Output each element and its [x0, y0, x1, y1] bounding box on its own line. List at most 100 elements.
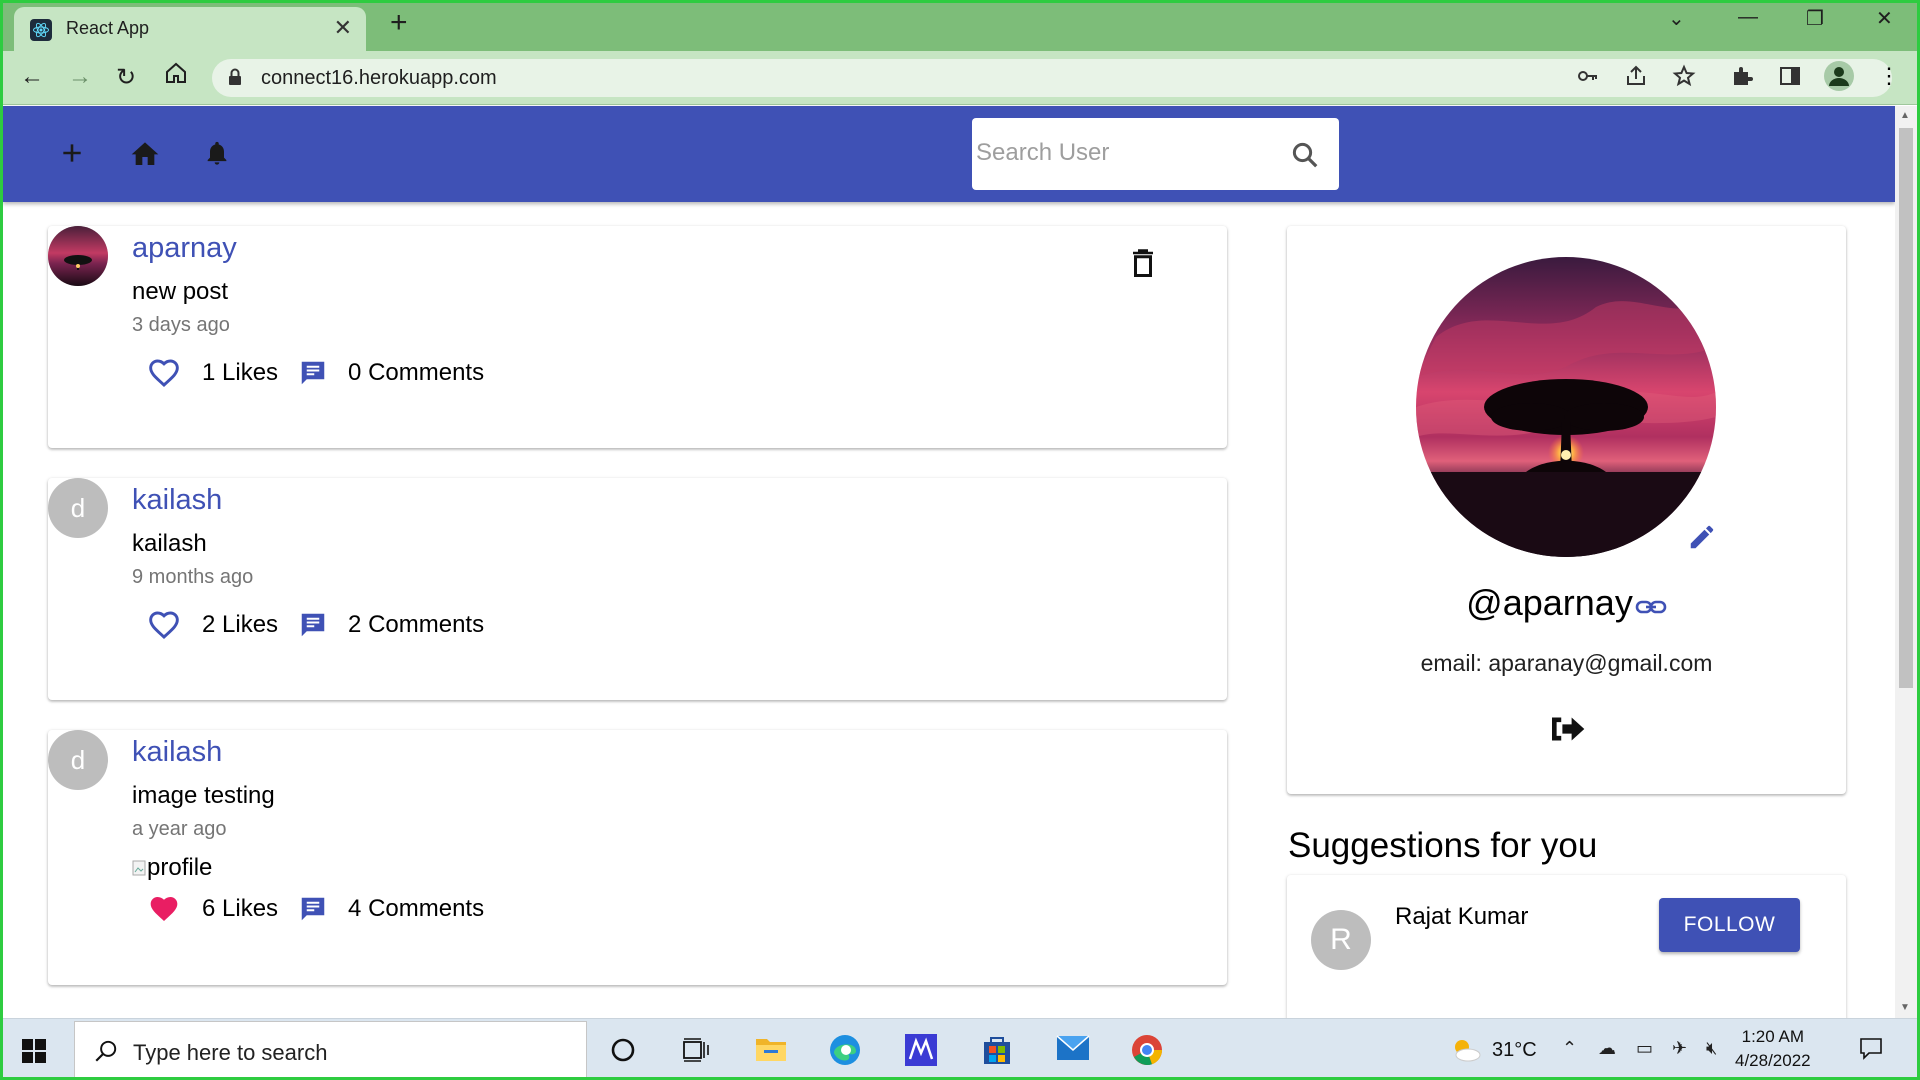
- airplane-mode-icon[interactable]: ✈: [1672, 1038, 1687, 1059]
- windows-start-icon[interactable]: [22, 1039, 46, 1068]
- home-icon[interactable]: [164, 61, 188, 92]
- comments-count[interactable]: 4 Comments: [348, 895, 484, 923]
- post-timestamp: 3 days ago: [132, 314, 230, 336]
- notifications-icon[interactable]: [1858, 1035, 1884, 1066]
- taskbar-search-box[interactable]: Type here to search: [74, 1021, 587, 1079]
- reload-icon[interactable]: ↻: [116, 63, 136, 92]
- taskbar-clock[interactable]: 1:20 AM 4/28/2022: [1735, 1025, 1811, 1073]
- show-hidden-icons-icon[interactable]: ⌃: [1562, 1038, 1577, 1059]
- search-icon: [93, 1038, 119, 1069]
- menu-kebab-icon[interactable]: ⋮: [1878, 63, 1900, 89]
- likes-count: 6 Likes: [202, 895, 279, 922]
- post-username[interactable]: kailash: [132, 736, 222, 769]
- like-heart-outline-icon[interactable]: [148, 610, 182, 640]
- profile-card: @aparnay email: aparanay@gmail.com: [1287, 226, 1846, 794]
- post-username[interactable]: kailash: [132, 484, 222, 517]
- post-card: aparnay new post 3 days ago 1 Likes 0 Co…: [48, 226, 1227, 448]
- post-card: d kailash kailash 9 months ago 2 Likes 2…: [48, 478, 1227, 700]
- browser-tab[interactable]: React App ✕: [14, 7, 366, 51]
- tab-search-icon[interactable]: ⌄: [1668, 6, 1685, 31]
- post-actions: 2 Likes 2 Comments: [148, 610, 484, 640]
- avatar[interactable]: d: [48, 730, 108, 790]
- broken-image: profile: [132, 854, 212, 882]
- image-alt-text: profile: [147, 854, 213, 881]
- forward-icon[interactable]: →: [68, 63, 92, 91]
- post-username[interactable]: aparnay: [132, 232, 237, 265]
- app-m-icon[interactable]: [904, 1033, 938, 1072]
- react-icon: [30, 19, 52, 41]
- scroll-down-icon[interactable]: ▼: [1900, 1002, 1910, 1013]
- post-text: image testing: [132, 782, 275, 809]
- scroll-thumb[interactable]: [1899, 128, 1913, 688]
- logout-icon[interactable]: [1548, 714, 1586, 749]
- suggestions-title: Suggestions for you: [1288, 826, 1598, 865]
- page-scrollbar[interactable]: ▲ ▼: [1895, 106, 1917, 1018]
- comment-icon[interactable]: [298, 358, 328, 388]
- password-key-icon[interactable]: [1576, 64, 1600, 93]
- battery-icon[interactable]: ▭: [1636, 1038, 1653, 1059]
- suggested-user-name[interactable]: Rajat Kumar: [1395, 903, 1528, 931]
- minimize-icon[interactable]: —: [1738, 6, 1758, 29]
- bookmark-star-icon[interactable]: [1672, 64, 1696, 93]
- notifications-bell-icon[interactable]: [203, 138, 231, 173]
- comment-icon[interactable]: [298, 610, 328, 640]
- app-header: [3, 106, 1895, 202]
- share-icon[interactable]: [1624, 64, 1648, 93]
- comment-icon[interactable]: [298, 894, 328, 924]
- avatar[interactable]: [48, 226, 108, 286]
- post-text: new post: [132, 278, 229, 305]
- post-actions: 1 Likes 0 Comments: [148, 358, 484, 388]
- side-panel-icon[interactable]: [1778, 64, 1802, 93]
- link-icon[interactable]: [1635, 584, 1667, 626]
- avatar[interactable]: R: [1311, 910, 1371, 970]
- search-user-input[interactable]: [976, 136, 1266, 170]
- weather-partly-cloudy-icon[interactable]: [1448, 1035, 1482, 1068]
- new-tab-icon[interactable]: +: [390, 8, 408, 38]
- add-post-icon[interactable]: [59, 140, 85, 171]
- post-timestamp: 9 months ago: [132, 566, 254, 588]
- comments-count[interactable]: 2 Comments: [348, 611, 484, 639]
- close-window-icon[interactable]: ✕: [1876, 6, 1893, 31]
- profile-email: email: aparanay@gmail.com: [1420, 650, 1713, 676]
- url-text: connect16.herokuapp.com: [261, 67, 497, 89]
- profile-handle-row: @aparnay: [1287, 582, 1846, 626]
- profile-avatar-icon[interactable]: [1824, 61, 1854, 96]
- search-user-box[interactable]: [972, 118, 1339, 190]
- onedrive-icon[interactable]: ☁: [1598, 1038, 1616, 1059]
- tab-title: React App: [66, 18, 150, 38]
- comments-count[interactable]: 0 Comments: [348, 359, 484, 387]
- back-icon[interactable]: ←: [20, 63, 44, 91]
- task-view-icon[interactable]: [682, 1037, 710, 1068]
- likes-count: 1 Likes: [202, 359, 279, 386]
- edit-profile-pencil-icon[interactable]: [1687, 522, 1717, 557]
- temperature-text[interactable]: 31°C: [1492, 1039, 1537, 1062]
- edge-browser-icon[interactable]: [828, 1033, 862, 1072]
- avatar[interactable]: d: [48, 478, 108, 538]
- file-explorer-icon[interactable]: [754, 1033, 788, 1070]
- like-heart-outline-icon[interactable]: [148, 358, 182, 388]
- restore-icon[interactable]: ❐: [1806, 6, 1824, 31]
- search-icon[interactable]: [1290, 140, 1320, 175]
- follow-button[interactable]: FOLLOW: [1659, 898, 1800, 952]
- taskbar-search-text: Type here to search: [133, 1040, 328, 1065]
- like-heart-filled-icon[interactable]: [148, 894, 182, 924]
- post-text: kailash: [132, 530, 207, 557]
- tab-close-icon[interactable]: ✕: [334, 15, 352, 41]
- profile-picture: [1416, 257, 1716, 557]
- loading-indicator: [778, 0, 850, 3]
- loading-indicator-track: [850, 0, 1140, 3]
- suggestion-card: R Rajat Kumar FOLLOW: [1287, 875, 1846, 1025]
- post-card: d kailash image testing a year ago profi…: [48, 730, 1227, 985]
- mail-icon[interactable]: [1056, 1033, 1090, 1068]
- volume-muted-icon[interactable]: 🔇︎: [1706, 1038, 1717, 1059]
- browser-toolbar: ← → ↻ connect16.herokuapp.com ⋮: [0, 51, 1920, 105]
- browser-titlebar: React App ✕ + ⌄ — ❐ ✕: [0, 0, 1920, 51]
- cortana-icon[interactable]: [610, 1037, 636, 1068]
- windows-taskbar: Type here to search 31°C ⌃ ☁ ▭ ✈ 🔇︎ 1:20…: [0, 1018, 1920, 1080]
- chrome-icon[interactable]: [1130, 1033, 1164, 1072]
- extensions-icon[interactable]: [1730, 64, 1754, 93]
- microsoft-store-icon[interactable]: [980, 1033, 1014, 1072]
- delete-trash-icon[interactable]: [1130, 248, 1156, 283]
- scroll-up-icon[interactable]: ▲: [1900, 110, 1910, 121]
- home-nav-icon[interactable]: [129, 138, 161, 173]
